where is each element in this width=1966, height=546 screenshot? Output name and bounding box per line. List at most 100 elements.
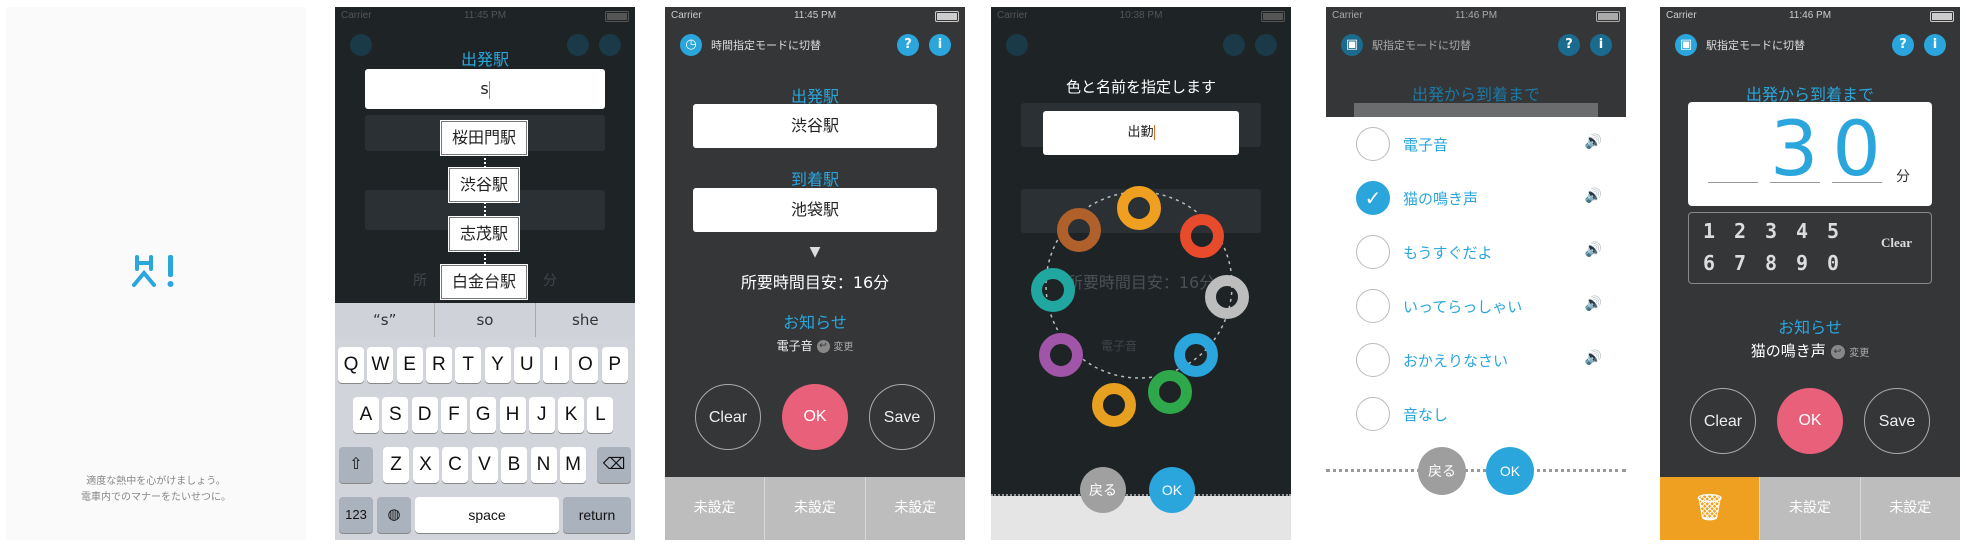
ok-button[interactable]: OK xyxy=(782,384,848,450)
preset-tab[interactable]: 未設定 xyxy=(765,477,866,540)
color-option[interactable] xyxy=(1117,186,1161,230)
return-key[interactable]: return xyxy=(563,497,631,533)
change-link[interactable]: 変更 xyxy=(833,342,853,353)
digit-key[interactable]: 4 xyxy=(1796,219,1808,243)
key-b[interactable]: B xyxy=(501,447,527,483)
train-icon[interactable]: ▣ xyxy=(1341,34,1363,56)
key-p[interactable]: P xyxy=(601,347,628,383)
back-button[interactable]: 戻る xyxy=(1418,447,1466,495)
key-y[interactable]: Y xyxy=(484,347,511,383)
key-w[interactable]: W xyxy=(367,347,394,383)
key-c[interactable]: C xyxy=(442,447,468,483)
numbers-key[interactable]: 123 xyxy=(339,497,373,533)
suggestion[interactable]: “s” xyxy=(335,303,436,337)
digit-key[interactable]: 1 xyxy=(1703,219,1715,243)
speaker-icon[interactable]: 🔊 xyxy=(1585,134,1602,150)
mode-switch-link[interactable]: 駅指定モードに切替 xyxy=(1372,37,1471,53)
key-r[interactable]: R xyxy=(425,347,452,383)
digit-key[interactable]: 6 xyxy=(1703,251,1715,275)
key-v[interactable]: V xyxy=(471,447,498,483)
station-candidate[interactable]: 渋谷駅 xyxy=(448,167,520,203)
train-icon[interactable]: ▣ xyxy=(1675,34,1697,56)
color-option[interactable] xyxy=(1031,268,1075,312)
suggestion[interactable]: she xyxy=(536,303,635,337)
change-icon[interactable]: ↩ xyxy=(1830,344,1845,359)
radio-check-icon[interactable] xyxy=(1356,127,1390,161)
key-o[interactable]: O xyxy=(572,347,599,383)
pad-clear-button[interactable]: Clear xyxy=(1881,235,1912,251)
color-option[interactable] xyxy=(1148,370,1192,414)
color-option[interactable] xyxy=(1174,333,1218,377)
sound-option[interactable]: 電子音 🔊 xyxy=(1326,117,1626,171)
arrive-station-field[interactable]: 池袋駅 xyxy=(693,188,937,232)
sound-option[interactable]: おかえりなさい 🔊 xyxy=(1326,333,1626,387)
help-icon[interactable]: ? xyxy=(1558,34,1580,56)
globe-icon[interactable]: ◍ xyxy=(377,497,411,533)
minutes-display[interactable]: 30 分 xyxy=(1688,102,1932,206)
preset-tab[interactable]: 未設定 xyxy=(1860,477,1960,540)
info-icon[interactable]: i xyxy=(1924,34,1946,56)
key-j[interactable]: J xyxy=(528,397,555,433)
clear-button[interactable]: Clear xyxy=(695,384,761,450)
back-button[interactable]: 戻る xyxy=(1080,467,1126,513)
station-search-input[interactable]: s xyxy=(365,69,605,109)
sound-option[interactable]: 音なし xyxy=(1326,387,1626,441)
digit-key[interactable]: 0 xyxy=(1827,251,1839,275)
sound-option[interactable]: もうすぐだよ 🔊 xyxy=(1326,225,1626,279)
mode-switch-link[interactable]: 時間指定モードに切替 xyxy=(711,37,821,53)
digit-key[interactable]: 7 xyxy=(1734,251,1746,275)
depart-station-field[interactable]: 渋谷駅 xyxy=(693,104,937,148)
backspace-key[interactable]: ⌫ xyxy=(597,447,631,483)
key-q[interactable]: Q xyxy=(338,347,364,383)
change-link[interactable]: 変更 xyxy=(1849,348,1869,359)
space-key[interactable]: space xyxy=(415,497,559,533)
radio-check-icon[interactable]: ✓ xyxy=(1356,181,1390,215)
shift-key[interactable]: ⇧ xyxy=(339,447,373,483)
key-m[interactable]: M xyxy=(560,447,586,483)
radio-check-icon[interactable] xyxy=(1356,397,1390,431)
key-f[interactable]: F xyxy=(440,397,467,433)
save-button[interactable]: Save xyxy=(1864,388,1930,454)
speaker-icon[interactable]: 🔊 xyxy=(1585,242,1602,258)
clear-button[interactable]: Clear xyxy=(1690,388,1756,454)
mode-switch-link[interactable]: 駅指定モードに切替 xyxy=(1706,37,1805,53)
key-u[interactable]: U xyxy=(513,347,540,383)
key-l[interactable]: L xyxy=(587,397,614,433)
digit-key[interactable]: 8 xyxy=(1765,251,1777,275)
ok-button[interactable]: OK xyxy=(1149,467,1195,513)
digit-key[interactable]: 5 xyxy=(1827,219,1839,243)
radio-check-icon[interactable] xyxy=(1356,343,1390,377)
help-icon[interactable]: ? xyxy=(897,34,919,56)
color-option[interactable] xyxy=(1039,333,1083,377)
key-k[interactable]: K xyxy=(558,397,585,433)
info-icon[interactable]: i xyxy=(1590,34,1612,56)
color-option[interactable] xyxy=(1092,383,1136,427)
delete-preset-tab[interactable]: 🗑 xyxy=(1660,477,1761,540)
key-z[interactable]: Z xyxy=(383,447,409,483)
preset-tab[interactable]: 未設定 xyxy=(665,477,766,540)
info-icon[interactable]: i xyxy=(929,34,951,56)
radio-check-icon[interactable] xyxy=(1356,235,1390,269)
key-h[interactable]: H xyxy=(499,397,526,433)
key-x[interactable]: X xyxy=(412,447,439,483)
radio-check-icon[interactable] xyxy=(1356,289,1390,323)
station-candidate[interactable]: 志茂駅 xyxy=(448,216,520,252)
speaker-icon[interactable]: 🔊 xyxy=(1585,188,1602,204)
help-icon[interactable]: ? xyxy=(1892,34,1914,56)
key-s[interactable]: S xyxy=(382,397,409,433)
change-icon[interactable]: ↩ xyxy=(816,340,830,353)
color-option[interactable] xyxy=(1205,275,1249,319)
sound-option[interactable]: ✓ 猫の鳴き声 🔊 xyxy=(1326,171,1626,225)
preset-tab[interactable]: 未設定 xyxy=(1760,477,1861,540)
suggestion[interactable]: so xyxy=(435,303,536,337)
station-candidate[interactable]: 桜田門駅 xyxy=(440,120,528,156)
clock-icon[interactable]: ◷ xyxy=(680,34,702,56)
sound-option[interactable]: いってらっしゃい 🔊 xyxy=(1326,279,1626,333)
key-e[interactable]: E xyxy=(396,347,423,383)
key-g[interactable]: G xyxy=(470,397,497,433)
station-candidate[interactable]: 白金台駅 xyxy=(440,264,528,300)
color-option[interactable] xyxy=(1180,214,1224,258)
speaker-icon[interactable]: 🔊 xyxy=(1585,350,1602,366)
preset-tab[interactable]: 未設定 xyxy=(865,477,965,540)
digit-key[interactable]: 3 xyxy=(1765,219,1777,243)
